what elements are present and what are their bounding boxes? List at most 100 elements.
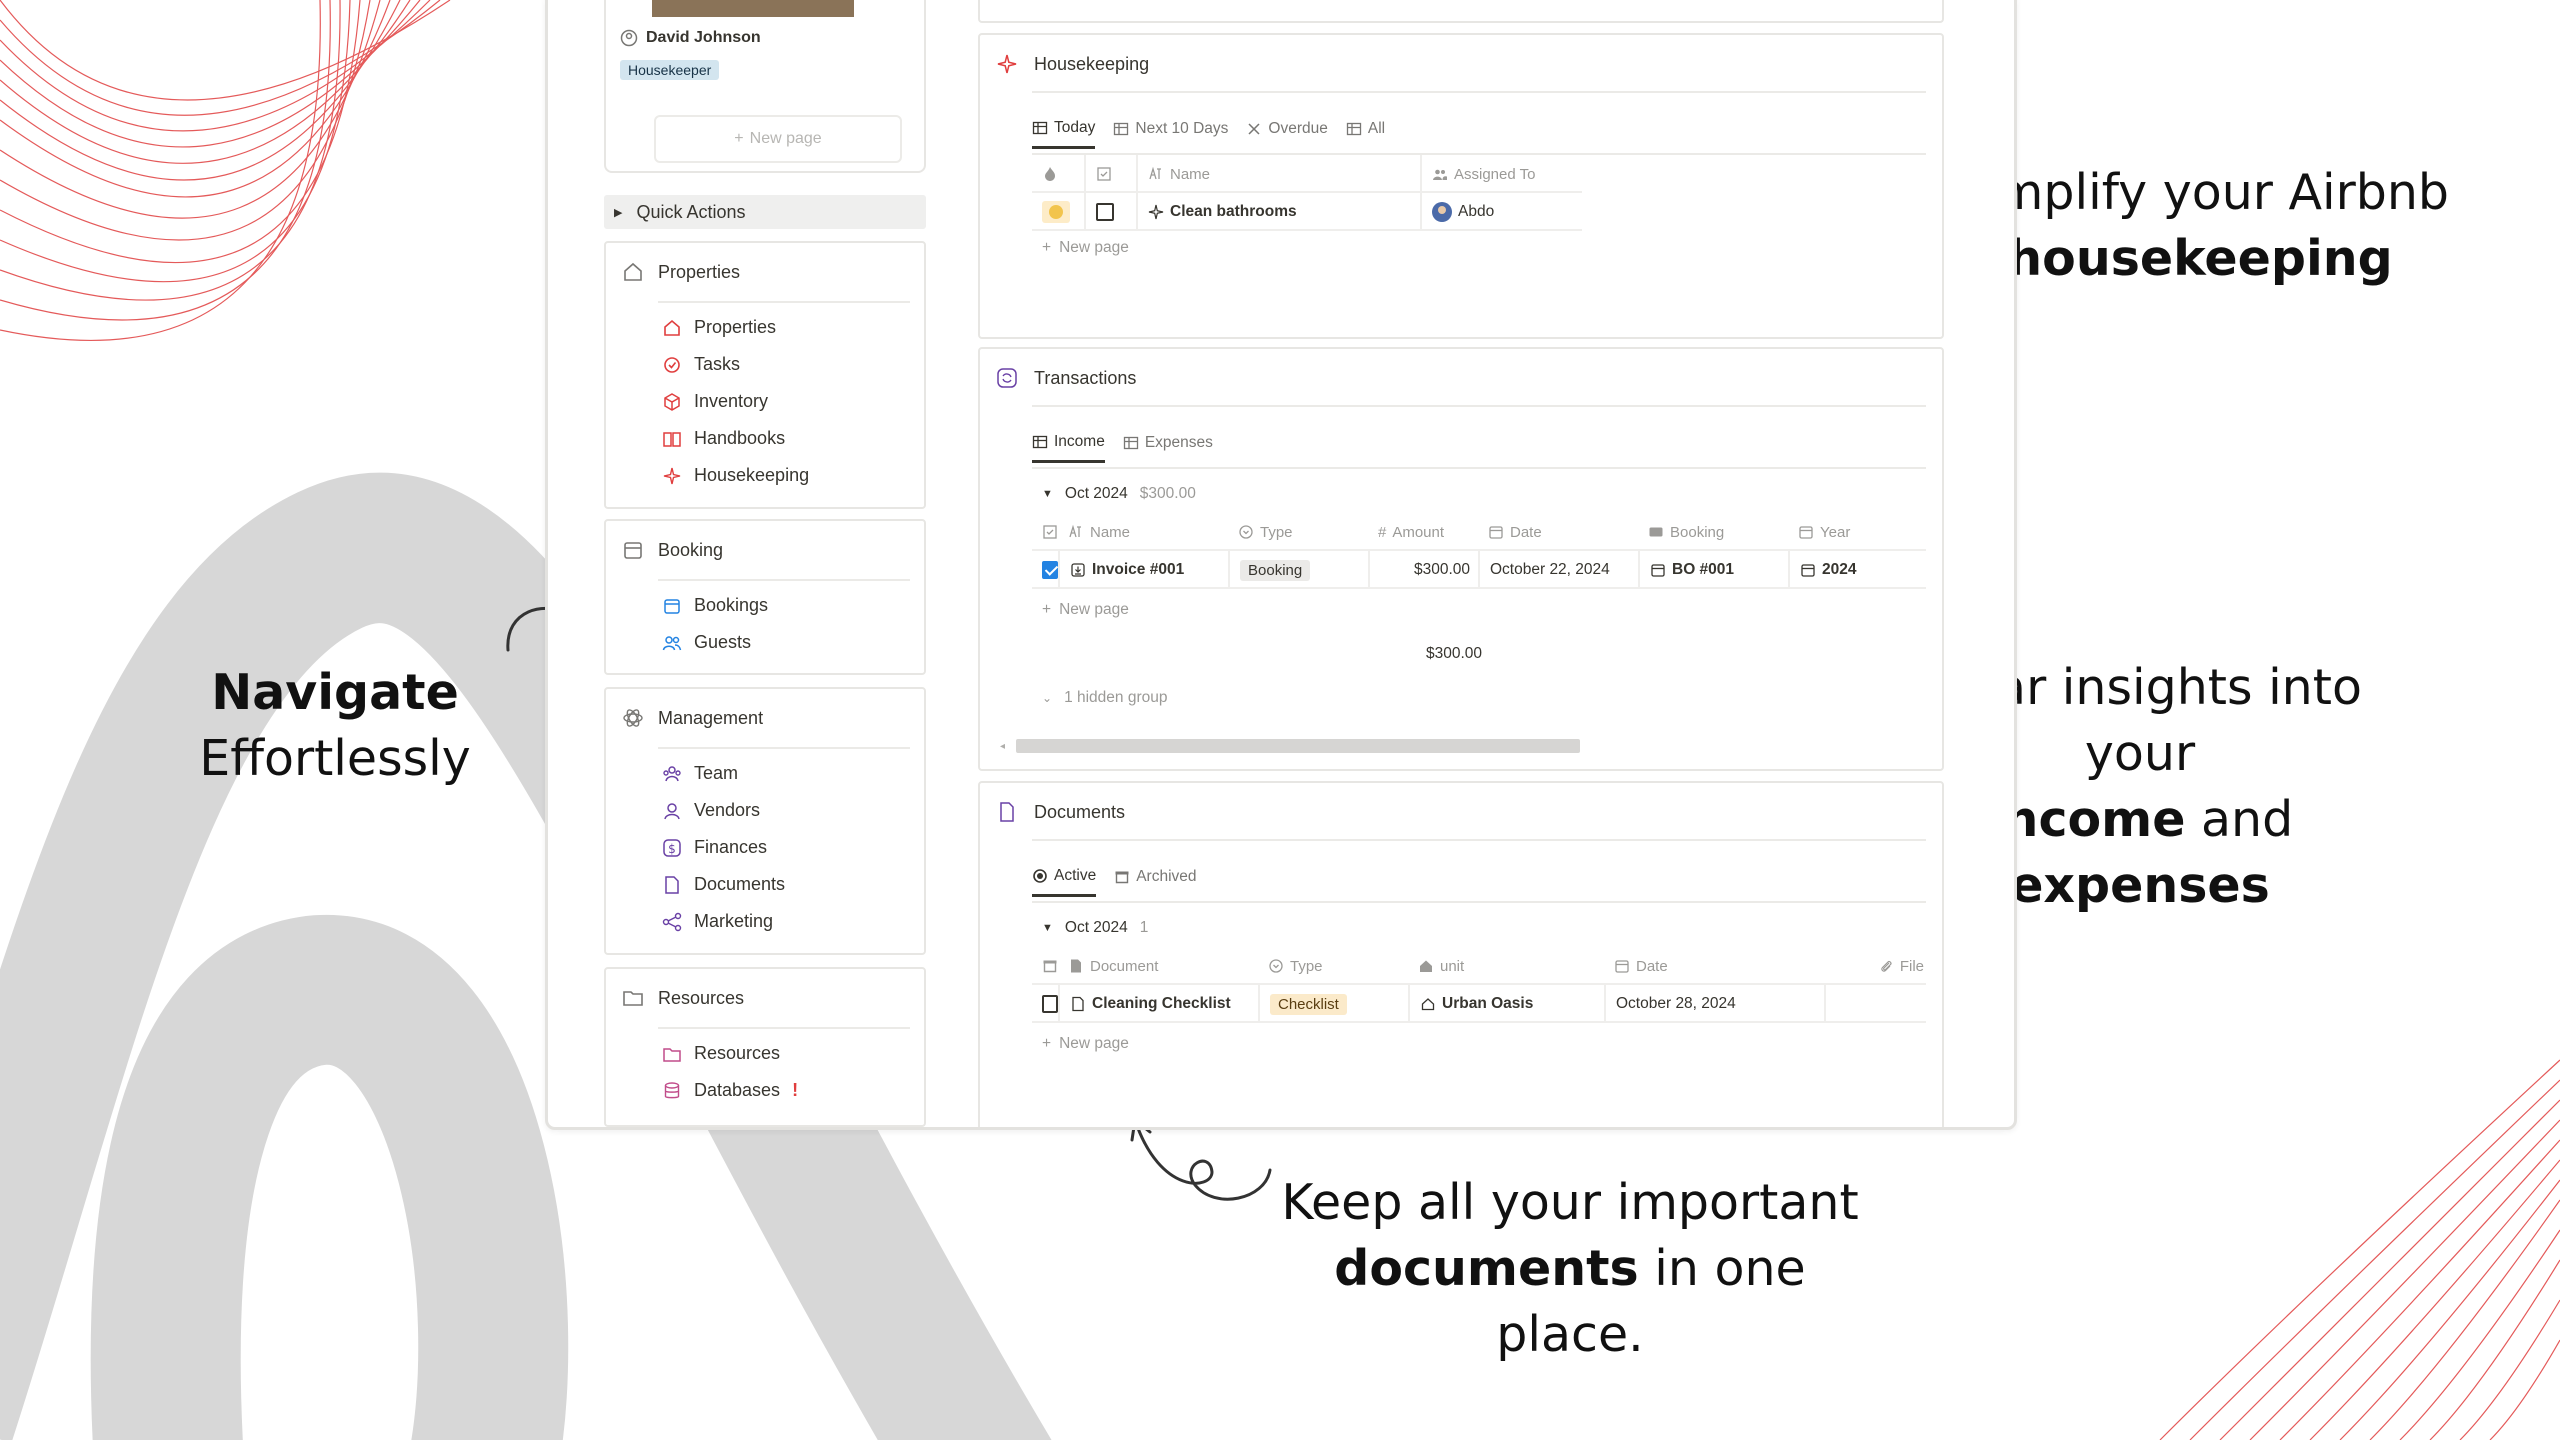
nav-card-management: Management Team Vendors $ Finances Docum… <box>604 687 926 955</box>
date-cell[interactable]: October 28, 2024 <box>1604 985 1824 1023</box>
transactions-new-page[interactable]: + New page <box>1042 601 1129 619</box>
new-page-label: New page <box>1059 601 1129 618</box>
database-icon <box>664 1081 680 1098</box>
tab-label: Next 10 Days <box>1135 120 1229 137</box>
assigned-cell[interactable]: Abdo <box>1420 193 1604 231</box>
name-cell[interactable]: Clean bathrooms <box>1136 193 1420 231</box>
tab-archived[interactable]: Archived <box>1114 867 1197 897</box>
column-label: Name <box>1170 165 1211 183</box>
column-done[interactable] <box>1084 155 1136 193</box>
column-name[interactable]: Name <box>1058 513 1228 551</box>
scroll-left-arrow-icon[interactable]: ◂ <box>1000 741 1005 752</box>
databases-warning-mark: ! <box>792 1080 799 1100</box>
column-assigned-to[interactable]: Assigned To <box>1420 155 1604 193</box>
hidden-group-toggle[interactable]: ⌄ 1 hidden group <box>1042 689 1167 707</box>
sidebar-item-guests[interactable]: Guests <box>662 624 768 661</box>
sidebar-item-resources[interactable]: Resources <box>662 1035 798 1072</box>
new-page-label: New page <box>749 130 822 147</box>
row-checkbox[interactable] <box>1042 561 1058 579</box>
row-checkbox[interactable] <box>1042 995 1058 1013</box>
tab-expenses[interactable]: Expenses <box>1123 433 1213 463</box>
app-window: David Johnson Housekeeper + New page ▶ Q… <box>545 0 2017 1130</box>
document-cell[interactable]: Cleaning Checklist <box>1058 985 1258 1023</box>
amount-value: $300.00 <box>1413 561 1470 578</box>
tab-next-10-days[interactable]: Next 10 Days <box>1113 119 1228 149</box>
section-head-documents: Documents <box>996 801 1125 823</box>
column-type[interactable]: Type <box>1228 513 1368 551</box>
svg-text:$: $ <box>668 842 676 856</box>
quick-actions-toggle[interactable]: ▶ Quick Actions <box>604 195 926 229</box>
column-file[interactable]: File <box>1824 947 1928 985</box>
tab-today[interactable]: Today <box>1032 119 1096 149</box>
user-icon <box>664 802 680 819</box>
section-housekeeping: Housekeeping Today Next 10 Days Overdue <box>978 33 1944 339</box>
column-amount[interactable]: # Amount <box>1368 513 1478 551</box>
column-type[interactable]: Type <box>1258 947 1408 985</box>
sidebar-item-finances[interactable]: $ Finances <box>662 829 785 866</box>
users-icon <box>662 635 682 650</box>
type-cell[interactable]: Booking <box>1228 551 1368 589</box>
sidebar-item-properties[interactable]: Properties <box>662 309 809 346</box>
table-row[interactable]: Invoice #001 Booking $300.00 October 22,… <box>1032 551 1926 589</box>
done-cell[interactable] <box>1084 193 1136 231</box>
sidebar-item-handbooks[interactable]: Handbooks <box>662 420 809 457</box>
column-priority[interactable] <box>1032 155 1084 193</box>
column-document[interactable]: Document <box>1058 947 1258 985</box>
horizontal-scrollbar[interactable] <box>1016 739 1580 753</box>
check-cell[interactable] <box>1032 551 1058 589</box>
table-icon <box>1123 436 1138 450</box>
column-unit[interactable]: unit <box>1408 947 1604 985</box>
column-year[interactable]: Year <box>1788 513 1928 551</box>
calendar-icon <box>664 598 680 614</box>
column-date[interactable]: Date <box>1604 947 1824 985</box>
sidebar-item-team[interactable]: Team <box>662 755 785 792</box>
divider <box>658 747 910 749</box>
tab-overdue[interactable]: Overdue <box>1246 119 1328 149</box>
column-booking[interactable]: Booking <box>1638 513 1788 551</box>
tab-all[interactable]: All <box>1346 119 1385 149</box>
amount-cell[interactable]: $300.00 <box>1368 551 1478 589</box>
sidebar-item-inventory[interactable]: Inventory <box>662 383 809 420</box>
column-name[interactable]: Name <box>1136 155 1420 193</box>
sidebar-item-vendors[interactable]: Vendors <box>662 792 785 829</box>
person-card[interactable]: David Johnson Housekeeper + New page <box>604 0 926 173</box>
paperclip-icon <box>1881 960 1892 972</box>
task-checkbox[interactable] <box>1096 203 1114 221</box>
type-cell[interactable]: Checklist <box>1258 985 1408 1023</box>
title-icon <box>1069 524 1081 538</box>
tab-income[interactable]: Income <box>1032 433 1105 463</box>
annotation-documents: Keep all your important documents in one… <box>1260 1170 1880 1368</box>
table-row[interactable]: Clean bathrooms Abdo <box>1032 193 1582 231</box>
housekeeping-new-page[interactable]: + New page <box>1042 239 1129 257</box>
tab-label: Overdue <box>1268 120 1328 137</box>
sidebar-item-housekeeping[interactable]: Housekeeping <box>662 457 809 494</box>
sidebar-item-tasks[interactable]: Tasks <box>662 346 809 383</box>
name-cell[interactable]: Invoice #001 <box>1058 551 1228 589</box>
divider <box>658 1027 910 1029</box>
date-cell[interactable]: October 22, 2024 <box>1478 551 1638 589</box>
documents-new-page[interactable]: + New page <box>1042 1035 1129 1053</box>
person-role-tag: Housekeeper <box>620 60 720 80</box>
sidebar-item-marketing[interactable]: Marketing <box>662 903 785 940</box>
sparkle-icon <box>1148 204 1164 220</box>
document-name: Cleaning Checklist <box>1092 995 1231 1012</box>
book-icon <box>663 431 681 447</box>
group-oct-2024[interactable]: ▼ Oct 2024 $300.00 <box>1042 485 1196 503</box>
check-cell[interactable] <box>1032 985 1058 1023</box>
divider <box>1032 91 1926 93</box>
column-date[interactable]: Date <box>1478 513 1638 551</box>
group-oct-2024[interactable]: ▼ Oct 2024 1 <box>1042 919 1148 937</box>
sidebar-item-databases[interactable]: Databases ! <box>662 1072 798 1109</box>
documents-table: Document Type unit Date File Cleaning Ch… <box>1032 947 1926 1023</box>
file-cell[interactable] <box>1824 985 1928 1023</box>
new-page-button[interactable]: + New page <box>654 115 902 163</box>
priority-cell[interactable] <box>1032 193 1084 231</box>
booking-cell[interactable]: BO #001 <box>1638 551 1788 589</box>
sidebar-item-documents[interactable]: Documents <box>662 866 785 903</box>
tab-active[interactable]: Active <box>1032 867 1097 897</box>
table-row[interactable]: Cleaning Checklist Checklist Urban Oasis… <box>1032 985 1926 1023</box>
quick-actions-label: Quick Actions <box>636 201 746 222</box>
year-cell[interactable]: 2024 <box>1788 551 1928 589</box>
unit-cell[interactable]: Urban Oasis <box>1408 985 1604 1023</box>
sidebar-item-bookings[interactable]: Bookings <box>662 587 768 624</box>
